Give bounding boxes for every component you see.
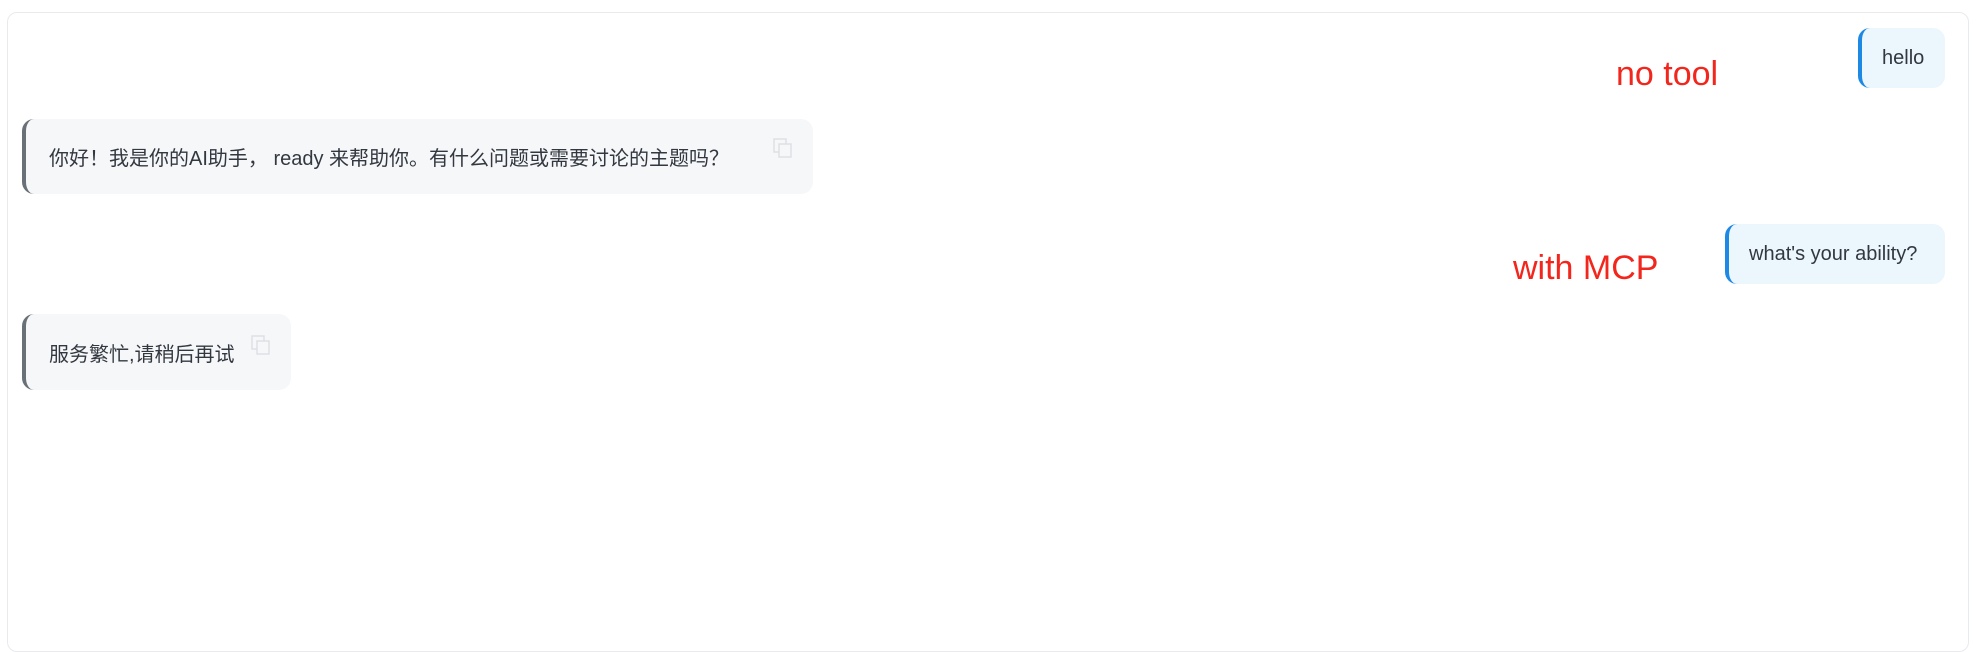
copy-icon[interactable]: [250, 334, 272, 356]
chat-panel: [7, 12, 1969, 652]
copy-icon[interactable]: [772, 137, 794, 159]
annotation-no-tool: no tool: [1616, 55, 1719, 93]
message-text: hello: [1882, 46, 1925, 69]
assistant-message: 你好！我是你的AI助手， ready 来帮助你。有什么问题或需要讨论的主题吗？: [22, 119, 813, 194]
user-message: what's your ability?: [1725, 224, 1945, 284]
message-text: 服务繁忙,请稍后再试: [49, 343, 235, 366]
message-text: 你好！我是你的AI助手， ready 来帮助你。有什么问题或需要讨论的主题吗？: [49, 148, 730, 170]
user-message: hello: [1858, 28, 1945, 88]
message-text: what's your ability?: [1749, 242, 1918, 265]
annotation-with-mcp: with MCP: [1513, 249, 1659, 287]
